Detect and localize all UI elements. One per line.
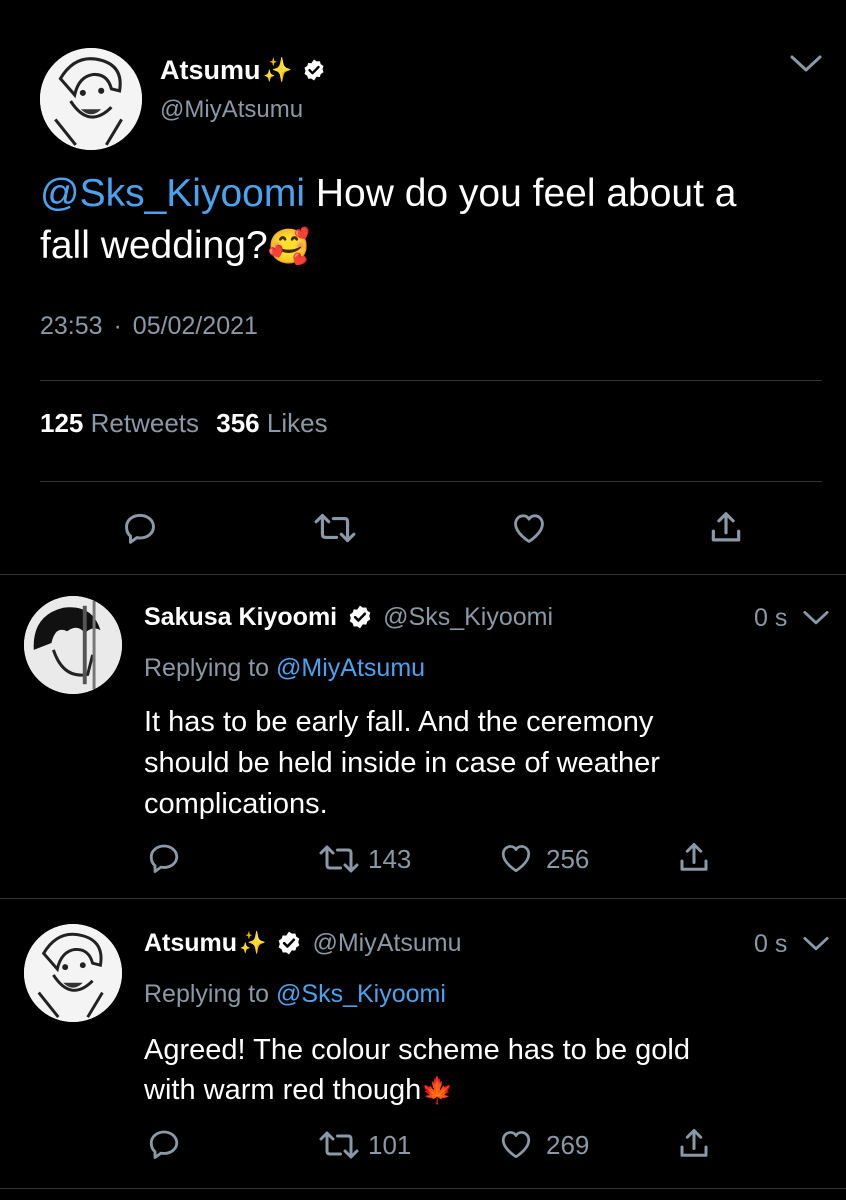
likes-stat[interactable]: 356 Likes <box>216 408 327 438</box>
main-tweet-author[interactable]: Atsumu ✨ <box>160 54 326 86</box>
reply-text: It has to be early fall. And the ceremon… <box>144 702 660 825</box>
divider <box>40 380 822 381</box>
retweets-count: 125 <box>40 408 84 438</box>
like-count: 256 <box>546 844 590 874</box>
sparkles-emoji: ✨ <box>262 56 293 84</box>
timestamp-separator: · <box>113 312 122 340</box>
like-icon[interactable] <box>496 838 536 878</box>
retweet-count: 101 <box>368 1130 412 1160</box>
replying-to: Replying to @MiyAtsumu <box>144 654 425 683</box>
tweet-time: 23:53 <box>40 312 103 340</box>
display-name[interactable]: Atsumu <box>160 55 261 86</box>
maple-leaf-emoji: 🍁 <box>421 1075 454 1105</box>
display-name[interactable]: Atsumu <box>144 929 237 958</box>
divider <box>0 898 846 899</box>
reply-icon[interactable] <box>144 838 184 878</box>
like-count: 269 <box>546 1130 590 1160</box>
replying-to-label: Replying to <box>144 654 270 682</box>
likes-label: Likes <box>266 408 328 438</box>
retweet-icon[interactable] <box>310 506 360 550</box>
reply-handle[interactable]: @Sks_Kiyoomi <box>383 603 553 632</box>
atsumu-avatar[interactable] <box>24 924 122 1022</box>
verified-badge-icon <box>279 931 300 955</box>
reply-text: Agreed! The colour scheme has to be gold… <box>144 1030 690 1110</box>
divider <box>40 481 822 482</box>
reply-icon[interactable] <box>144 1124 184 1164</box>
smiling-hearts-emoji: 🥰 <box>267 228 311 266</box>
retweets-stat[interactable]: 125 Retweets <box>40 408 206 438</box>
like-icon[interactable] <box>496 1124 536 1164</box>
share-icon[interactable] <box>704 506 748 550</box>
reply-text-line: should be held inside in case of weather <box>144 747 660 779</box>
reply-author[interactable]: Sakusa Kiyoomi @Sks_Kiyoomi <box>144 600 553 634</box>
retweet-icon[interactable] <box>316 1126 362 1164</box>
main-tweet-handle[interactable]: @MiyAtsumu <box>160 96 303 124</box>
divider <box>0 1188 846 1189</box>
tweet-date: 05/02/2021 <box>132 312 258 340</box>
reply-author[interactable]: Atsumu ✨ @MiyAtsumu <box>144 926 461 960</box>
reply-time: 0 s <box>754 930 788 958</box>
retweet-icon[interactable] <box>316 840 362 878</box>
mention-link[interactable]: @Sks_Kiyoomi <box>40 172 305 215</box>
chevron-down-icon[interactable] <box>800 930 832 958</box>
sparkles-emoji: ✨ <box>239 930 267 955</box>
main-tweet-stats: 125 Retweets 356 Likes <box>40 408 328 439</box>
reply-text-line: It has to be early fall. And the ceremon… <box>144 706 654 738</box>
main-tweet-timestamp[interactable]: 23:53 · 05/02/2021 <box>40 312 258 341</box>
reply-handle[interactable]: @MiyAtsumu <box>312 929 461 958</box>
atsumu-avatar[interactable] <box>40 48 142 150</box>
chevron-down-icon[interactable] <box>786 50 826 78</box>
retweets-label: Retweets <box>90 408 200 438</box>
verified-badge-icon <box>349 605 371 629</box>
share-icon[interactable] <box>674 1124 714 1164</box>
divider <box>0 574 846 575</box>
replying-to: Replying to @Sks_Kiyoomi <box>144 980 446 1009</box>
tweet-text-line-2: fall wedding? <box>40 224 268 267</box>
main-tweet-text: @Sks_Kiyoomi How do you feel about a fal… <box>40 168 830 273</box>
replying-to-link[interactable]: @Sks_Kiyoomi <box>276 980 446 1008</box>
share-icon[interactable] <box>674 838 714 878</box>
retweet-count: 143 <box>368 844 412 874</box>
replying-to-label: Replying to <box>144 980 270 1008</box>
sakusa-avatar[interactable] <box>24 596 122 694</box>
tweet-text-line-1: How do you feel about a <box>305 172 737 215</box>
chevron-down-icon[interactable] <box>800 604 832 632</box>
reply-text-line: with warm red though <box>144 1074 422 1106</box>
likes-count: 356 <box>216 408 260 438</box>
reply-time: 0 s <box>754 604 788 632</box>
reply-icon[interactable] <box>118 506 162 550</box>
like-icon[interactable] <box>506 506 552 550</box>
reply-text-line: complications. <box>144 788 328 820</box>
reply-text-line: Agreed! The colour scheme has to be gold <box>144 1034 690 1066</box>
replying-to-link[interactable]: @MiyAtsumu <box>276 654 425 682</box>
display-name[interactable]: Sakusa Kiyoomi <box>144 603 337 632</box>
verified-badge-icon <box>304 59 324 81</box>
